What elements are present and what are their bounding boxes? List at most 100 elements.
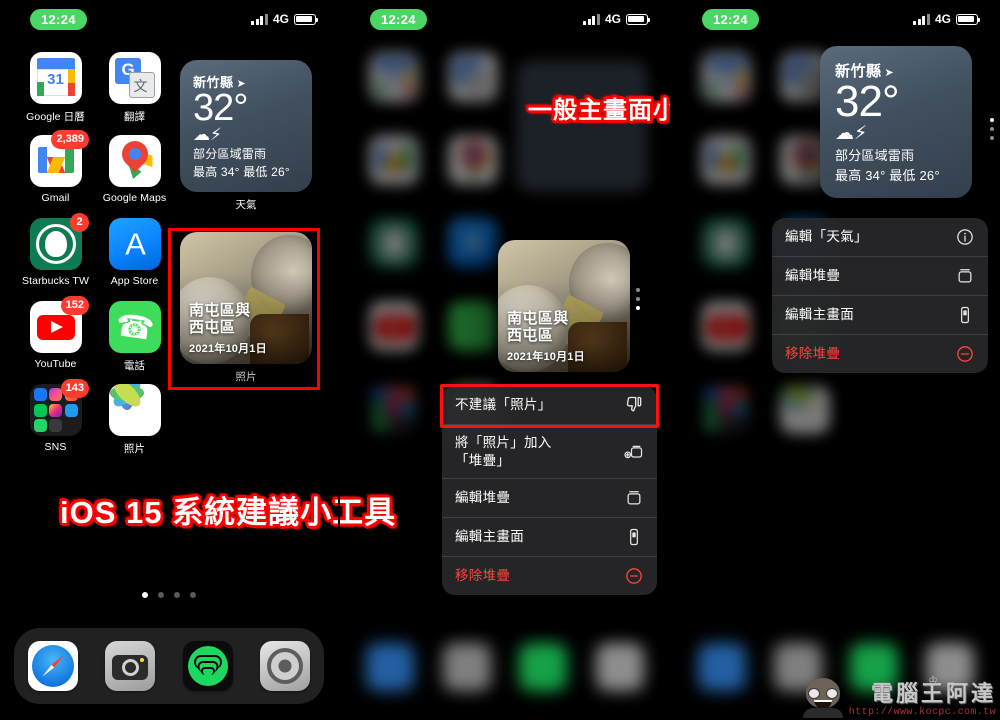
annotation-normal-widget: 一般主畫面小工具 bbox=[528, 97, 670, 124]
widget-context-menu[interactable]: 編輯「天氣」 編輯堆疊 編輯主畫面 移除堆疊 bbox=[772, 218, 988, 373]
status-right-group: 4G bbox=[913, 12, 981, 26]
stack-page-dots[interactable] bbox=[636, 288, 640, 310]
cellular-bars-icon bbox=[251, 13, 268, 25]
status-bar: 12:24 4G bbox=[672, 0, 1000, 42]
app-label: 電話 bbox=[123, 360, 146, 372]
mascot-icon bbox=[801, 676, 845, 718]
app-store-icon: A bbox=[108, 218, 161, 270]
google-calendar-icon: 31 bbox=[29, 52, 82, 104]
weather-widget-container[interactable]: 新竹縣 ➤ 32° ☁⚡ 部分區域雷雨 最高 34° 最低 26° 天氣 bbox=[180, 60, 312, 212]
app-row: 143 SNS 照片 bbox=[0, 379, 338, 467]
watermark-url: http://www.kocpc.com.tw bbox=[848, 707, 996, 718]
menu-item-remove-stack[interactable]: 移除堆疊 bbox=[442, 557, 657, 595]
status-clock: 12:24 bbox=[702, 9, 759, 30]
badge-count: 143 bbox=[60, 379, 89, 398]
status-right-group: 4G bbox=[583, 12, 651, 26]
menu-item-edit-home-screen[interactable]: 編輯主畫面 bbox=[442, 518, 657, 558]
thunderstorm-cloud-icon: ☁⚡ bbox=[835, 123, 868, 144]
watermark-text: ♔ 電腦王阿達 http://www.kocpc.com.tw bbox=[848, 675, 996, 718]
menu-item-label: 編輯主畫面 bbox=[455, 529, 524, 545]
weather-temperature: 32° bbox=[835, 77, 900, 126]
app-label: SNS bbox=[44, 441, 67, 453]
weather-widget-focused[interactable]: 新竹縣 ➤ 32° ☁⚡ 部分區域雷雨 最高 34° 最低 26° bbox=[820, 46, 972, 198]
app-photos[interactable]: 照片 bbox=[95, 384, 174, 467]
menu-item-label: 將「照片」加入 「堆疊」 bbox=[455, 435, 552, 468]
menu-item-edit-stack[interactable]: 編輯堆疊 bbox=[772, 257, 988, 296]
badge-count: 2,389 bbox=[51, 130, 89, 149]
photos-icon bbox=[108, 384, 161, 436]
menu-item-label: 編輯堆疊 bbox=[455, 490, 511, 506]
cellular-bars-icon bbox=[583, 13, 600, 25]
app-label: YouTube bbox=[34, 358, 77, 370]
app-label: Google 日曆 bbox=[26, 111, 85, 123]
app-label: App Store bbox=[110, 275, 159, 287]
weather-temperature: 32° bbox=[193, 87, 248, 129]
app-starbucks[interactable]: 2 Starbucks TW bbox=[16, 213, 95, 301]
weather-condition: 部分區域雷雨 bbox=[835, 148, 915, 163]
weather-highlow: 最高 34° 最低 26° bbox=[193, 165, 290, 179]
network-label: 4G bbox=[934, 12, 951, 26]
menu-item-label: 編輯堆疊 bbox=[785, 268, 841, 284]
weather-highlow: 最高 34° 最低 26° bbox=[835, 168, 940, 183]
screenshot-stage: 12:24 4G 31 Google 日曆 G 文 翻譯 2,389 Gmail… bbox=[0, 0, 1000, 720]
home-screen-panel-3: 12:24 4G 31 A bbox=[672, 0, 1000, 720]
app-app-store[interactable]: A App Store bbox=[95, 218, 174, 301]
home-screen-icon bbox=[624, 527, 644, 547]
status-bar: 12:24 4G bbox=[340, 0, 670, 42]
widget-context-menu[interactable]: 不建議「照片」 將「照片」加入 「堆疊」 編輯堆疊 編輯主畫面 移除堆疊 bbox=[442, 386, 657, 596]
menu-item-dont-suggest-photos[interactable]: 不建議「照片」 bbox=[442, 386, 657, 425]
status-clock: 12:24 bbox=[30, 9, 87, 30]
add-to-stack-icon bbox=[624, 442, 644, 462]
app-google-translate[interactable]: 翻譯 bbox=[95, 52, 174, 135]
remove-circle-icon bbox=[955, 344, 975, 364]
app-label: Google Maps bbox=[102, 192, 167, 204]
app-gmail[interactable]: 2,389 Gmail bbox=[16, 130, 95, 218]
status-clock: 12:24 bbox=[370, 9, 427, 30]
page-dots[interactable] bbox=[0, 592, 338, 598]
menu-item-remove-stack[interactable]: 移除堆疊 bbox=[772, 335, 988, 373]
safari-icon[interactable] bbox=[27, 641, 78, 691]
home-screen-icon bbox=[955, 305, 975, 325]
menu-item-label: 移除堆疊 bbox=[785, 346, 841, 362]
menu-item-label: 編輯主畫面 bbox=[785, 307, 854, 323]
dock bbox=[14, 628, 324, 704]
app-youtube[interactable]: 152 YouTube bbox=[16, 296, 95, 384]
photos-title-line2: 西屯區 bbox=[189, 319, 236, 337]
battery-icon bbox=[294, 13, 319, 25]
status-bar: 12:24 4G bbox=[0, 0, 338, 42]
cellular-bars-icon bbox=[913, 13, 930, 25]
photos-title-line1: 南屯區與 bbox=[507, 309, 569, 327]
photos-date: 2021年10月1日 bbox=[507, 351, 585, 363]
camera-icon[interactable] bbox=[105, 641, 156, 691]
menu-item-edit-stack[interactable]: 編輯堆疊 bbox=[442, 479, 657, 519]
menu-item-edit-home-screen[interactable]: 編輯主畫面 bbox=[772, 296, 988, 335]
menu-item-add-photos-to-stack[interactable]: 將「照片」加入 「堆疊」 bbox=[442, 425, 657, 480]
photos-widget[interactable]: 南屯區與 西屯區 2021年10月1日 bbox=[180, 232, 312, 364]
app-google-maps[interactable]: Google Maps bbox=[95, 135, 174, 218]
photos-title-line2: 西屯區 bbox=[507, 327, 554, 345]
network-label: 4G bbox=[604, 12, 621, 26]
menu-item-label: 編輯「天氣」 bbox=[785, 229, 868, 245]
home-screen-panel-2: 12:24 4G 31 A bbox=[340, 0, 670, 720]
remove-circle-icon bbox=[624, 566, 644, 586]
network-label: 4G bbox=[272, 12, 289, 26]
photos-widget-caption: 南屯區與 西屯區 2021年10月1日 bbox=[507, 310, 585, 364]
weather-widget[interactable]: 新竹縣 ➤ 32° ☁⚡ 部分區域雷雨 最高 34° 最低 26° bbox=[180, 60, 312, 192]
app-phone[interactable]: ☎ 電話 bbox=[95, 301, 174, 384]
folder-sns[interactable]: 143 SNS bbox=[16, 379, 95, 467]
stack-page-dots[interactable] bbox=[990, 118, 994, 140]
app-google-calendar[interactable]: 31 Google 日曆 bbox=[16, 52, 95, 135]
spotify-icon[interactable] bbox=[182, 641, 233, 691]
photos-widget-focused[interactable]: 南屯區與 西屯區 2021年10月1日 bbox=[498, 240, 630, 372]
menu-item-label: 移除堆疊 bbox=[455, 568, 511, 584]
photos-widget-container[interactable]: 南屯區與 西屯區 2021年10月1日 照片 bbox=[180, 232, 312, 384]
google-translate-icon bbox=[108, 52, 161, 104]
photos-title-line1: 南屯區與 bbox=[189, 301, 251, 319]
settings-gear-icon[interactable] bbox=[260, 641, 311, 691]
thumbs-down-icon bbox=[624, 395, 644, 415]
menu-item-edit-weather[interactable]: 編輯「天氣」 bbox=[772, 218, 988, 257]
app-label: 照片 bbox=[123, 443, 146, 455]
thunderstorm-cloud-icon: ☁⚡ bbox=[193, 125, 222, 144]
watermark: ♔ 電腦王阿達 http://www.kocpc.com.tw bbox=[801, 675, 996, 718]
app-label: Gmail bbox=[41, 192, 70, 204]
